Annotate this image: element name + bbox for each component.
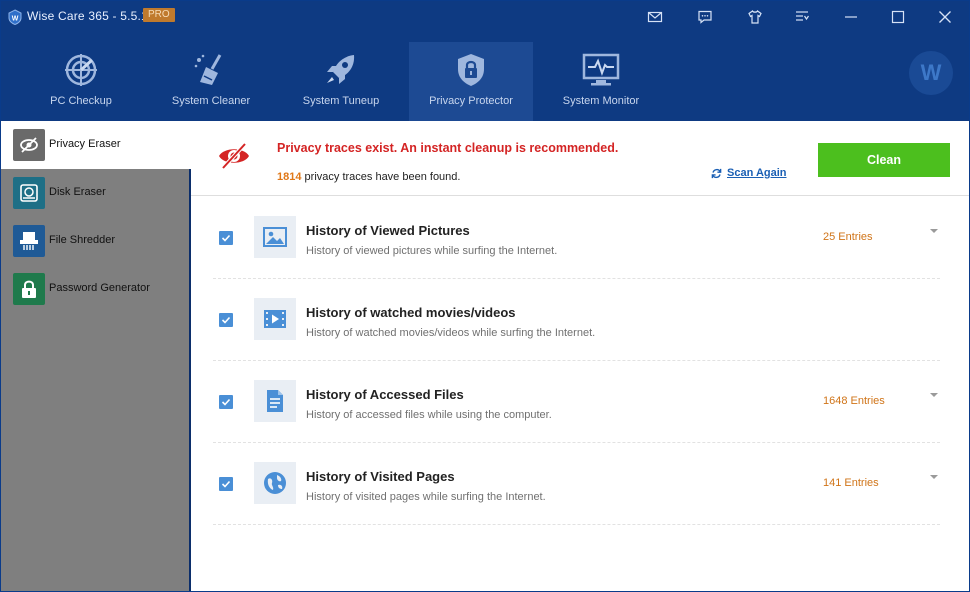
picture-icon xyxy=(254,216,296,258)
checkmark-icon xyxy=(221,480,231,488)
minimize-icon xyxy=(845,16,857,18)
sidebar: Privacy Eraser Disk Eraser File Shredder… xyxy=(1,121,191,591)
item-description: History of accessed files while using th… xyxy=(306,409,552,421)
shredder-icon xyxy=(13,225,45,257)
close-icon xyxy=(939,11,951,23)
document-icon xyxy=(254,380,296,422)
nav-label: Privacy Protector xyxy=(429,95,513,107)
maximize-icon xyxy=(891,10,905,24)
item-checkbox[interactable] xyxy=(219,313,233,327)
nav-system-tuneup[interactable]: System Tuneup xyxy=(279,42,403,121)
item-title: History of Accessed Files xyxy=(306,387,464,402)
sidebar-item-password-generator[interactable]: Password Generator xyxy=(1,265,189,313)
item-title: History of Viewed Pictures xyxy=(306,223,470,238)
item-title: History of watched movies/videos xyxy=(306,305,516,320)
lock-shield-icon xyxy=(458,54,484,86)
chevron-down-icon[interactable] xyxy=(929,473,939,481)
traces-count: 1814 xyxy=(277,171,302,183)
checkmark-icon xyxy=(221,234,231,242)
nav-system-monitor[interactable]: System Monitor xyxy=(539,42,663,121)
lock-icon xyxy=(13,273,45,305)
svg-text:W: W xyxy=(12,16,19,23)
sidebar-item-label: Password Generator xyxy=(49,282,150,294)
app-title: Wise Care 365 - 5.5.1 xyxy=(27,9,148,23)
menu-icon xyxy=(796,11,809,21)
item-count: 1648 Entries xyxy=(823,395,885,407)
nav-label: System Monitor xyxy=(562,95,640,107)
item-checkbox[interactable] xyxy=(219,395,233,409)
item-count: 141 Entries xyxy=(823,477,879,489)
privacy-alert: Privacy traces exist. An instant cleanup… xyxy=(191,121,969,196)
monitor-pulse-icon xyxy=(582,53,620,86)
list-item[interactable]: History of Accessed Files History of acc… xyxy=(213,361,940,443)
skin-icon xyxy=(748,10,762,24)
item-count: 25 Entries xyxy=(823,231,873,243)
mail-button[interactable] xyxy=(640,5,670,29)
clean-button[interactable]: Clean xyxy=(818,143,950,177)
pro-badge: PRO xyxy=(143,8,175,22)
scan-again-link[interactable]: Scan Again xyxy=(711,167,787,179)
list-item[interactable]: History of Viewed Pictures History of vi… xyxy=(213,197,940,279)
item-description: History of visited pages while surfing t… xyxy=(306,491,546,503)
list-item[interactable]: History of Visited Pages History of visi… xyxy=(213,443,940,525)
mail-icon xyxy=(647,11,663,23)
item-checkbox[interactable] xyxy=(219,231,233,245)
nav-privacy-protector[interactable]: Privacy Protector xyxy=(409,42,533,121)
sidebar-item-disk-eraser[interactable]: Disk Eraser xyxy=(1,169,189,217)
chevron-down-icon[interactable] xyxy=(929,227,939,235)
feedback-icon xyxy=(698,10,712,24)
item-description: History of viewed pictures while surfing… xyxy=(306,245,558,257)
eye-slash-icon xyxy=(13,129,45,161)
nav-system-cleaner[interactable]: System Cleaner xyxy=(149,42,273,121)
sidebar-item-label: File Shredder xyxy=(49,234,116,246)
minimize-button[interactable] xyxy=(836,5,866,29)
app-logo-icon: W xyxy=(8,9,22,25)
video-icon xyxy=(254,298,296,340)
checkmark-icon xyxy=(221,398,231,406)
checkmark-icon xyxy=(221,316,231,324)
broom-icon xyxy=(194,54,222,85)
sidebar-item-file-shredder[interactable]: File Shredder xyxy=(1,217,189,265)
refresh-icon xyxy=(711,168,722,178)
nav-label: System Cleaner xyxy=(171,95,251,107)
main-nav: PC Checkup System Cleaner System Tuneup xyxy=(1,33,969,121)
scan-again-label: Scan Again xyxy=(727,167,787,179)
app-window: W Wise Care 365 - 5.5.1 PRO PC Checkup S… xyxy=(0,0,970,592)
maximize-button[interactable] xyxy=(883,5,913,29)
user-avatar[interactable]: W xyxy=(909,51,953,95)
title-bar: W Wise Care 365 - 5.5.1 PRO xyxy=(1,1,969,33)
menu-button[interactable] xyxy=(787,5,817,29)
nav-label: PC Checkup xyxy=(50,95,112,107)
close-button[interactable] xyxy=(930,5,960,29)
skin-button[interactable] xyxy=(740,5,770,29)
sidebar-item-privacy-eraser[interactable]: Privacy Eraser xyxy=(1,121,191,169)
alert-subtitle: 1814 privacy traces have been found. xyxy=(277,171,460,183)
nav-label: System Tuneup xyxy=(302,95,380,107)
sidebar-item-label: Disk Eraser xyxy=(49,186,106,198)
chevron-down-icon[interactable] xyxy=(929,391,939,399)
alert-title: Privacy traces exist. An instant cleanup… xyxy=(277,141,619,155)
radar-icon xyxy=(65,54,97,86)
nav-pc-checkup[interactable]: PC Checkup xyxy=(19,42,143,121)
item-title: History of Visited Pages xyxy=(306,469,455,484)
list-item[interactable]: History of watched movies/videos History… xyxy=(213,279,940,361)
traces-text: privacy traces have been found. xyxy=(301,171,461,183)
item-checkbox[interactable] xyxy=(219,477,233,491)
rocket-icon xyxy=(327,55,355,84)
feedback-button[interactable] xyxy=(690,5,720,29)
eye-slash-alert-icon xyxy=(219,142,249,170)
globe-icon xyxy=(254,462,296,504)
disk-icon xyxy=(13,177,45,209)
sidebar-item-label: Privacy Eraser xyxy=(49,138,121,150)
item-description: History of watched movies/videos while s… xyxy=(306,327,596,339)
main-panel: Privacy traces exist. An instant cleanup… xyxy=(191,121,969,591)
